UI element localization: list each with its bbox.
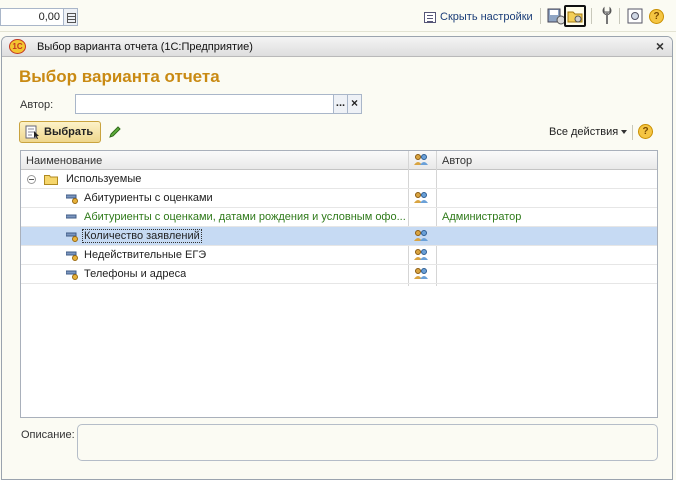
user-variant-icon: [66, 214, 77, 219]
parent-toolbar: 0,00 Скрыть настройки ?: [0, 0, 676, 32]
tools-icon[interactable]: [596, 5, 618, 27]
window-title: Выбор варианта отчета (1С:Предприятие): [37, 41, 253, 53]
hide-settings-button[interactable]: Скрыть настройки: [424, 9, 533, 25]
report-variant-icon: [66, 232, 78, 242]
hide-settings-label: Скрыть настройки: [440, 11, 533, 23]
column-header-name[interactable]: Наименование: [26, 155, 102, 167]
report-settings-folder-icon[interactable]: [564, 5, 586, 27]
report-variants-table[interactable]: Наименование Автор Используемые Абитурие…: [20, 150, 658, 418]
variant-name: Телефоны и адреса: [84, 268, 187, 280]
folder-icon: [44, 175, 58, 185]
shared-users-icon: [414, 268, 428, 279]
frame-settings-icon[interactable]: [624, 5, 646, 27]
group-row[interactable]: Используемые: [21, 170, 657, 189]
shared-users-icon[interactable]: [413, 153, 429, 167]
toolbar-separator: [540, 8, 541, 24]
variant-name: Абитуриенты с оценками, датами рождения …: [84, 211, 406, 223]
edit-pencil-icon[interactable]: [108, 125, 122, 139]
column-header-author[interactable]: Автор: [442, 155, 472, 167]
report-variant-dialog: 1С Выбор варианта отчета (1С:Предприятие…: [1, 36, 673, 480]
shared-users-icon: [414, 192, 428, 203]
form-title: Выбор варианта отчета: [19, 67, 220, 86]
close-icon[interactable]: ×: [656, 38, 664, 54]
calculator-icon[interactable]: [63, 8, 78, 26]
select-button-label: Выбрать: [44, 126, 94, 138]
shared-users-icon: [414, 230, 428, 241]
settings-list-icon: [424, 11, 436, 23]
description-field[interactable]: [77, 424, 658, 461]
table-row[interactable]: Телефоны и адреса: [21, 265, 657, 284]
all-actions-label: Все действия: [549, 126, 619, 138]
table-row[interactable]: Абитуриенты с оценками, датами рождения …: [21, 208, 657, 227]
chevron-down-icon: [621, 130, 628, 134]
table-row[interactable]: Абитуриенты с оценками: [21, 189, 657, 208]
table-row[interactable]: Недействительные ЕГЭ: [21, 246, 657, 265]
variant-name: Недействительные ЕГЭ: [84, 249, 207, 261]
table-row[interactable]: Количество заявлений: [21, 227, 657, 246]
author-choose-button[interactable]: ...: [333, 94, 348, 114]
author-clear-button[interactable]: ×: [347, 94, 362, 114]
report-variant-icon: [66, 270, 78, 280]
dialog-titlebar[interactable]: 1С Выбор варианта отчета (1С:Предприятие…: [2, 37, 672, 57]
help-icon[interactable]: ?: [649, 9, 664, 24]
table-header: Наименование Автор: [21, 151, 657, 170]
all-actions-menu[interactable]: Все действия: [549, 126, 628, 138]
author-label: Автор:: [20, 99, 54, 111]
group-label: Используемые: [66, 173, 142, 185]
toolbar-separator: [619, 8, 620, 24]
select-button[interactable]: Выбрать: [19, 121, 101, 143]
variant-name: Количество заявлений: [82, 229, 202, 243]
author-field[interactable]: [75, 94, 334, 114]
toolbar-separator: [591, 8, 592, 24]
collapse-icon[interactable]: [27, 175, 36, 184]
help-icon[interactable]: ?: [638, 124, 653, 139]
variant-name: Абитуриенты с оценками: [84, 192, 213, 204]
app-logo-icon: 1С: [9, 39, 26, 54]
amount-field[interactable]: 0,00: [0, 8, 64, 26]
report-variant-icon: [66, 194, 78, 204]
toolbar-separator: [632, 125, 633, 140]
description-label: Описание:: [21, 429, 75, 441]
report-variant-icon: [66, 251, 78, 261]
variant-author: Администратор: [442, 211, 522, 223]
shared-users-icon: [414, 249, 428, 260]
select-icon: [25, 125, 39, 139]
